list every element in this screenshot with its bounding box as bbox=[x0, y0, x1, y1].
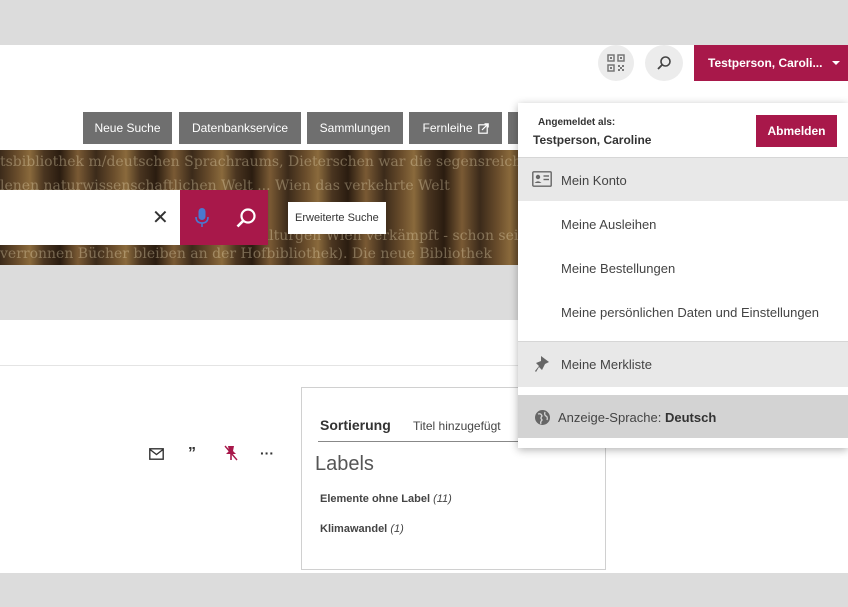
label-count: (11) bbox=[433, 493, 452, 505]
user-menu-label: Testperson, Caroli... bbox=[708, 56, 823, 70]
nav-collections[interactable]: Sammlungen bbox=[307, 112, 403, 144]
nav-database-service[interactable]: Datenbankservice bbox=[179, 112, 301, 144]
bottom-strip bbox=[0, 573, 848, 607]
label-item[interactable]: Elemente ohne Label (11) bbox=[320, 493, 452, 505]
sort-underline bbox=[318, 441, 518, 442]
advanced-search-link[interactable]: Erweiterte Suche bbox=[288, 202, 386, 234]
menu-item-watchlist-label: Meine Merkliste bbox=[561, 357, 653, 372]
language-label: Anzeige-Sprache: bbox=[558, 410, 662, 425]
top-strip bbox=[0, 0, 848, 45]
menu-item-my-account-label: Mein Konto bbox=[561, 173, 627, 188]
search-button-top[interactable] bbox=[645, 45, 683, 81]
labels-heading: Labels bbox=[315, 453, 374, 475]
voice-search-button[interactable] bbox=[180, 190, 224, 245]
search-icon bbox=[657, 56, 671, 70]
user-menu-button[interactable]: Testperson, Caroli... bbox=[694, 45, 848, 81]
menu-item-personal-data[interactable]: Meine persönlichen Daten und Einstellung… bbox=[561, 305, 819, 320]
nav-interlibrary-loan-label: Fernleihe bbox=[422, 121, 473, 135]
label-name: Elemente ohne Label bbox=[320, 493, 431, 505]
more-icon[interactable]: ··· bbox=[260, 445, 274, 461]
id-card-icon bbox=[532, 171, 552, 187]
email-button[interactable] bbox=[149, 447, 164, 463]
search-submit-button[interactable] bbox=[224, 190, 268, 245]
search-icon bbox=[236, 207, 256, 227]
sort-title: Sortierung bbox=[320, 417, 391, 433]
language-value: Deutsch bbox=[664, 410, 717, 425]
microphone-icon bbox=[195, 207, 209, 227]
unpin-button[interactable] bbox=[224, 445, 238, 464]
label-item[interactable]: Klimawandel (1) bbox=[320, 523, 404, 535]
banner-text-line: verronnen Bücher bleiben an der Hofbibli… bbox=[0, 246, 492, 262]
menu-item-orders[interactable]: Meine Bestellungen bbox=[561, 261, 675, 276]
label-name: Klimawandel bbox=[320, 523, 388, 535]
qr-code-icon bbox=[607, 54, 625, 72]
nav-new-search[interactable]: Neue Suche bbox=[83, 112, 172, 144]
pin-icon bbox=[535, 355, 551, 373]
quote-icon[interactable]: ” bbox=[188, 445, 196, 463]
unpin-icon bbox=[224, 445, 238, 461]
globe-icon bbox=[534, 409, 551, 426]
mail-icon bbox=[149, 448, 164, 460]
label-count: (1) bbox=[390, 523, 404, 535]
clear-icon[interactable]: ✕ bbox=[152, 205, 169, 230]
menu-item-loans[interactable]: Meine Ausleihen bbox=[561, 217, 656, 232]
divider bbox=[0, 365, 520, 366]
logged-in-user-name: Testperson, Caroline bbox=[533, 133, 652, 147]
qr-code-button[interactable] bbox=[598, 45, 634, 81]
gray-band bbox=[0, 265, 520, 320]
sort-dropdown[interactable]: Titel hinzugefügt bbox=[413, 419, 501, 433]
logout-button[interactable]: Abmelden bbox=[756, 115, 837, 147]
menu-item-language-label: Anzeige-Sprache: Deutsch bbox=[558, 410, 716, 425]
banner-text-line: tsbibliothek m/deutschen Sprachraums, Di… bbox=[0, 154, 520, 170]
external-link-icon bbox=[477, 122, 489, 134]
chevron-down-icon bbox=[832, 61, 840, 65]
nav-interlibrary-loan[interactable]: Fernleihe bbox=[409, 112, 502, 144]
logged-in-label: Angemeldet als: bbox=[538, 117, 616, 128]
